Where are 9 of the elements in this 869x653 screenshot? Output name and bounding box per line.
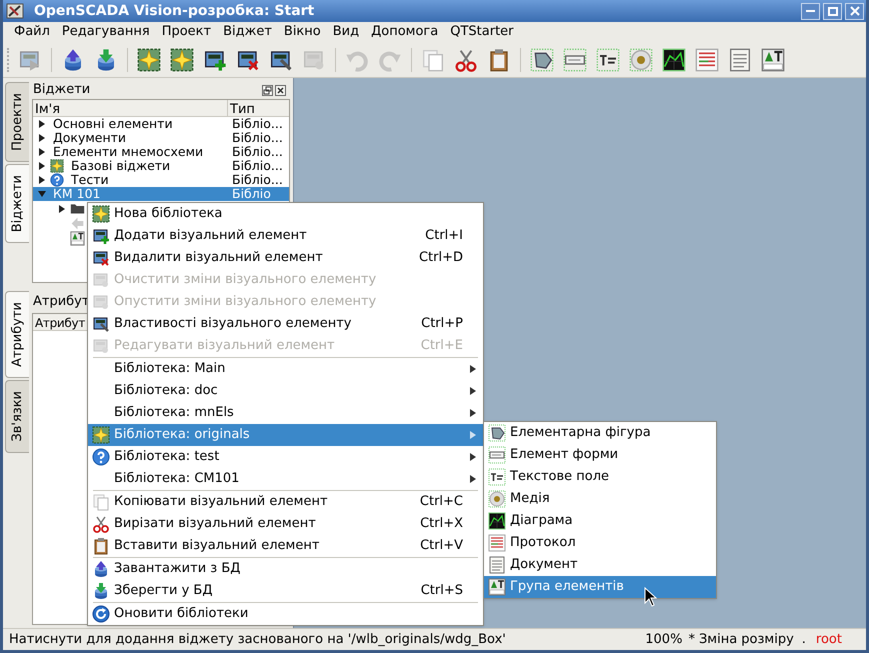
dock-title: Атрибут [33, 292, 90, 310]
status-separator: . [802, 630, 806, 649]
user-name: root [816, 630, 842, 649]
zoom-level: 100% [645, 630, 682, 649]
dock-title: Віджети [33, 81, 90, 100]
status-message: Натиснути для додання віджету заснованого на '/wlb_originals/wdg_Box' [9, 630, 506, 649]
modified-indicator: * [688, 630, 695, 649]
edit-mode: Зміна розміру [698, 630, 794, 649]
window-title: OpenSCADA Vision-розробка: Start [34, 2, 314, 20]
